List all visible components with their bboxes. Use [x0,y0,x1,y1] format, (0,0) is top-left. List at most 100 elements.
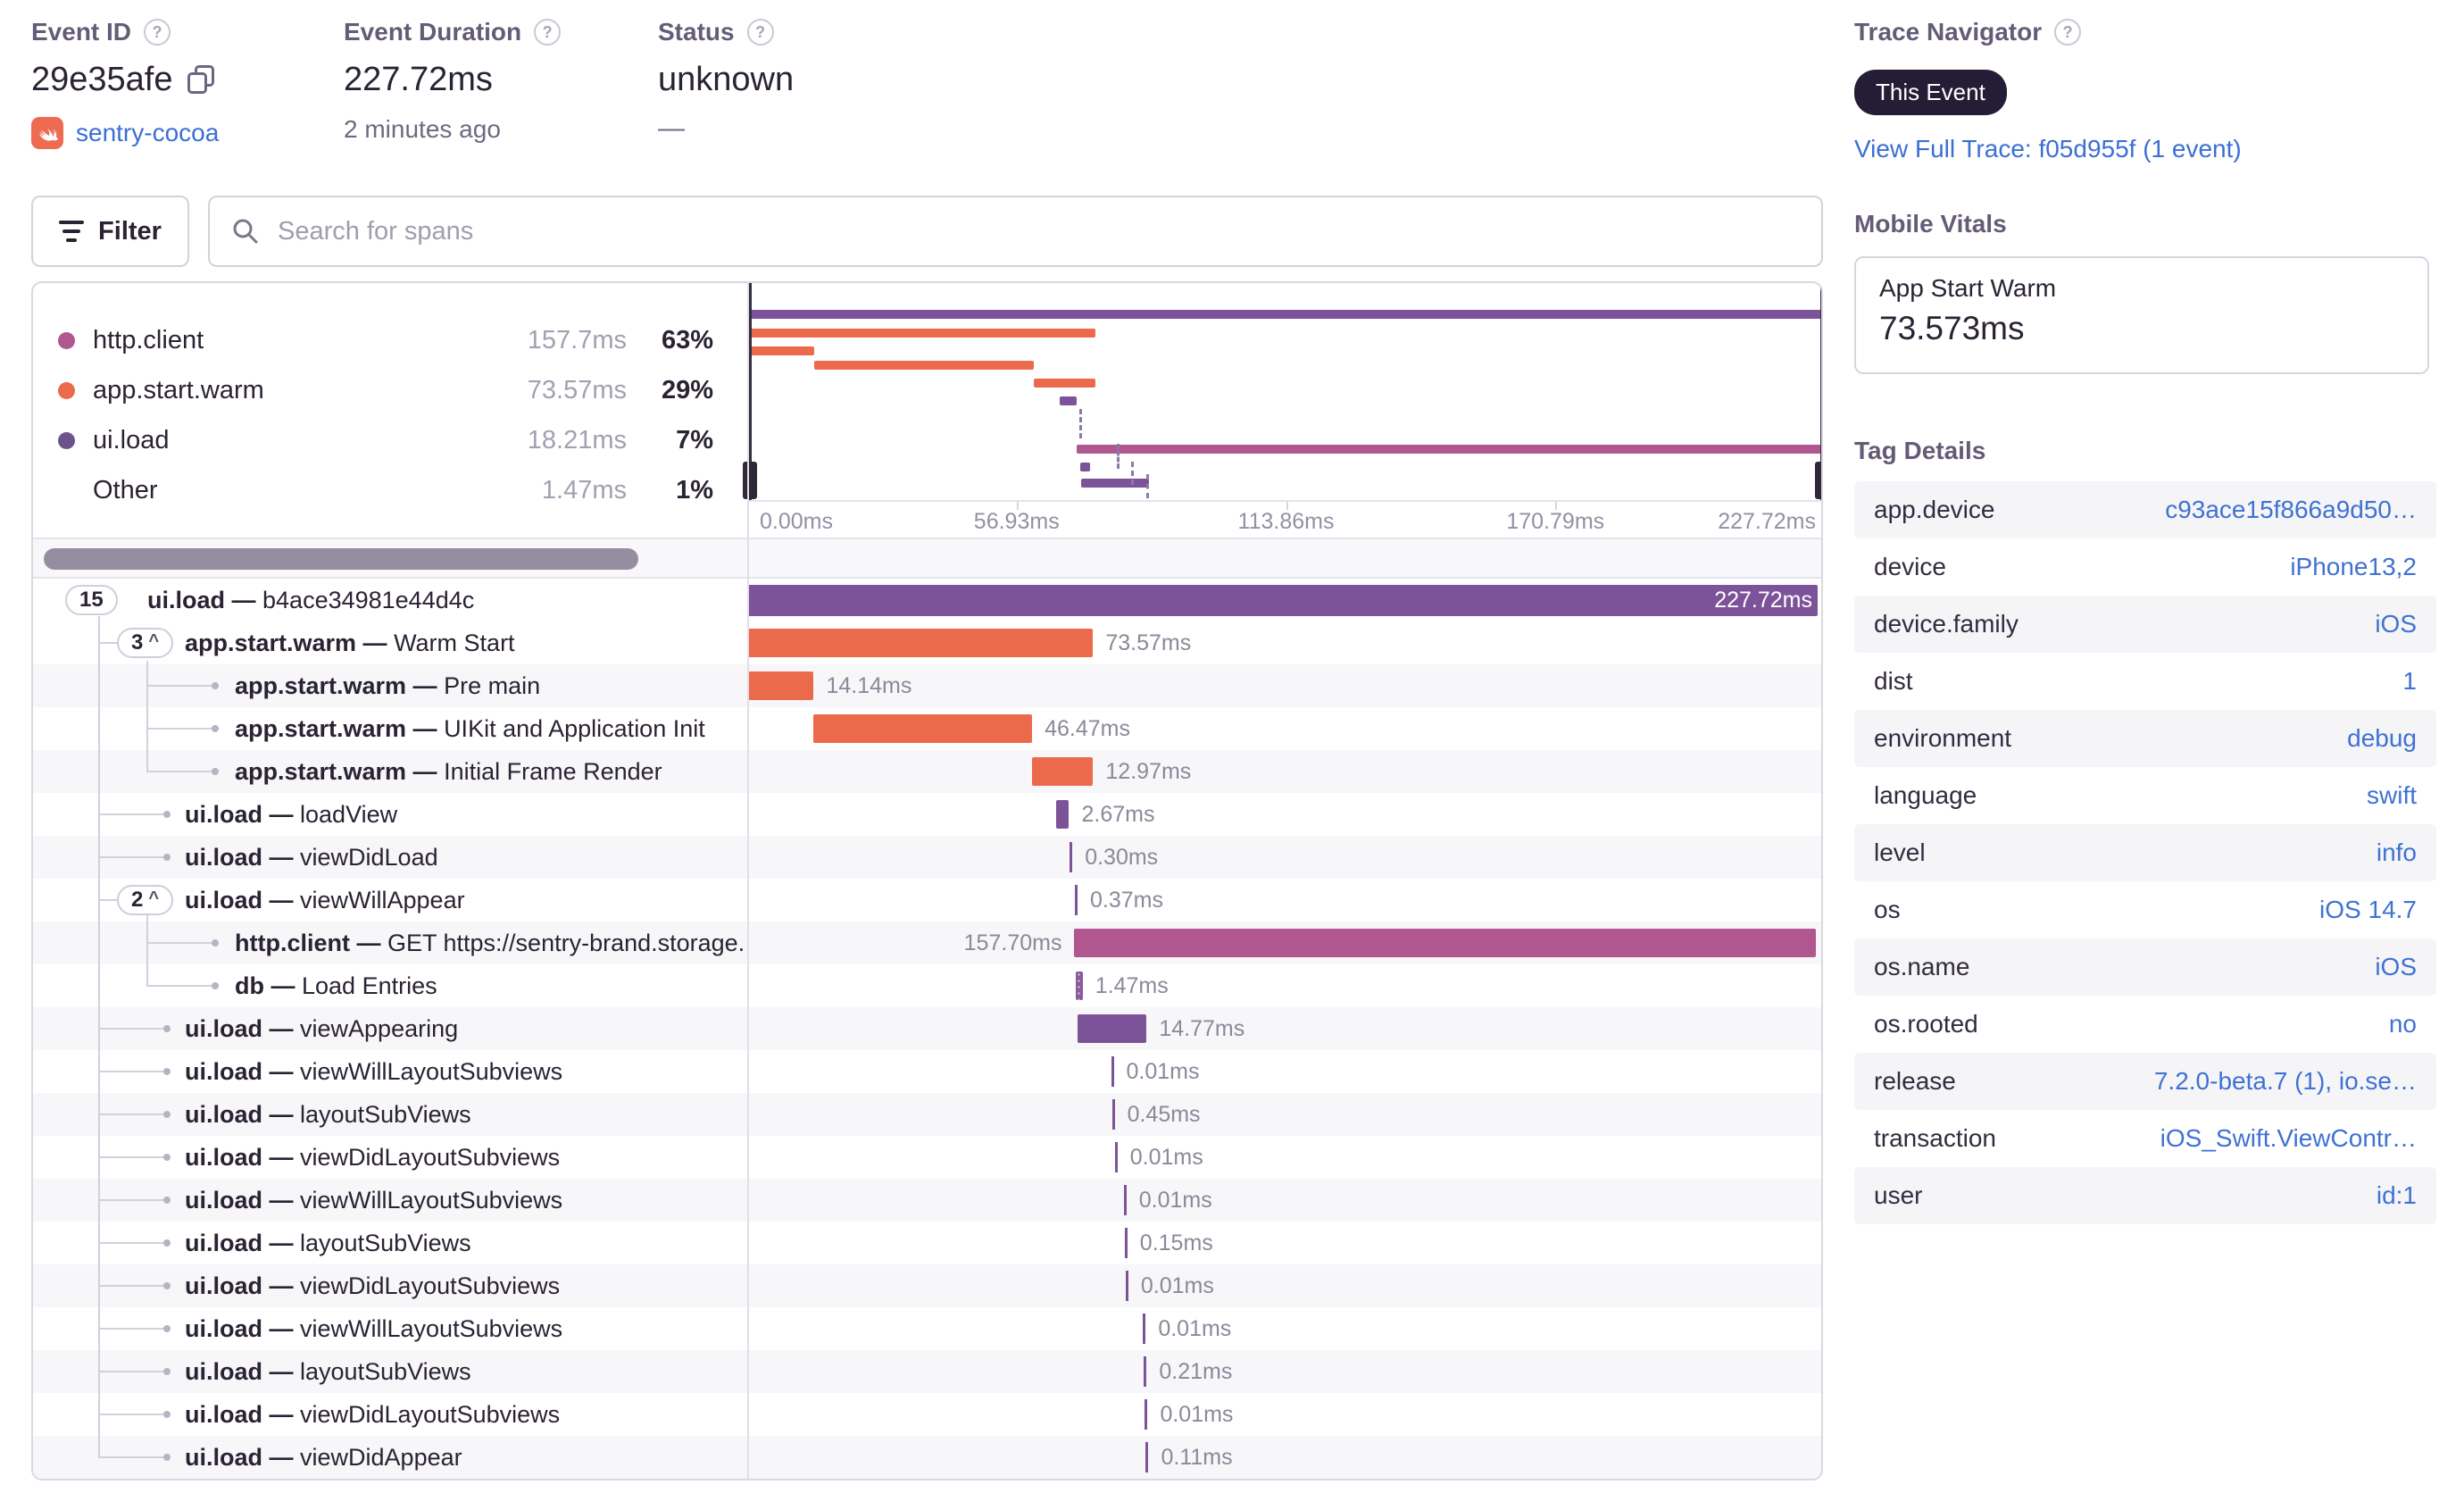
panel-divider[interactable] [747,283,749,1479]
tag-value-link[interactable]: iOS_Swift.ViewContr… [2160,1124,2417,1153]
tag-value-link[interactable]: swift [2367,781,2417,810]
span-row[interactable]: ui.load — viewDidLoad 0.30ms [33,836,1821,879]
span-bar-tick[interactable] [1144,1356,1147,1387]
span-duration-label: 0.01ms [1138,1188,1212,1213]
span-bar[interactable] [747,585,1818,616]
span-row-label-cell: ui.load — layoutSubViews [33,1093,745,1136]
tag-row: os.name iOS [1854,938,2436,996]
span-bar[interactable] [747,629,1094,657]
tag-value-link[interactable]: debug [2347,724,2417,753]
span-desc-text: viewWillLayoutSubviews [300,1315,563,1342]
span-count-badge[interactable]: 3 ^ [117,628,174,658]
minimap-span-bar [1060,396,1078,405]
span-row[interactable]: app.start.warm — UIKit and Application I… [33,707,1821,750]
span-bar[interactable] [813,714,1033,743]
span-row[interactable]: ui.load — viewAppearing 14.77ms [33,1007,1821,1050]
tag-value-link[interactable]: iPhone13,2 [2290,553,2417,581]
tag-value-link[interactable]: iOS 14.7 [2319,896,2417,924]
tag-value-link[interactable]: 1 [2402,667,2417,696]
span-desc-text: Load Entries [302,972,437,999]
span-row[interactable]: ui.load — layoutSubViews 0.15ms [33,1222,1821,1264]
help-icon[interactable]: ? [144,19,171,46]
help-icon[interactable]: ? [2054,19,2082,46]
tree-connector-dot [212,982,219,989]
span-bar[interactable] [1076,972,1083,1000]
span-row[interactable]: ui.load — viewWillLayoutSubviews 0.01ms [33,1179,1821,1222]
span-desc-text: Initial Frame Render [444,758,662,785]
span-row[interactable]: ui.load — viewDidAppear 0.11ms [33,1436,1821,1479]
span-row[interactable]: 2 ^ ui.load — viewWillAppear 0.37ms [33,879,1821,922]
span-row-label-cell: http.client — GET https://sentry-brand.s… [33,922,745,964]
span-count-badge[interactable]: 2 ^ [117,885,174,915]
span-count-badge[interactable]: 15 [65,585,118,615]
tag-value-link[interactable]: 7.2.0-beta.7 (1), io.se… [2154,1067,2417,1096]
span-bar[interactable] [1077,1014,1147,1043]
legend-item[interactable]: app.start.warm 73.57ms 29% [33,371,747,410]
span-bar[interactable] [747,671,814,700]
minimap-right-grip[interactable] [1815,462,1821,499]
span-bar-tick[interactable] [1123,1185,1127,1215]
span-bar-tick[interactable] [1070,842,1073,872]
filter-button[interactable]: Filter [31,196,189,267]
span-bar-tick[interactable] [1145,1442,1149,1472]
copy-icon[interactable] [187,64,214,96]
span-description: ui.load — viewWillLayoutSubviews [185,1179,562,1222]
scrollbar-thumb[interactable] [44,548,638,570]
span-description: ui.load — viewDidLayoutSubviews [185,1136,560,1179]
span-bar-tick[interactable] [1143,1314,1146,1344]
span-bar-tick[interactable] [1111,1099,1115,1130]
span-row[interactable]: app.start.warm — Pre main 14.14ms [33,664,1821,707]
tag-value-link[interactable]: iOS [2375,610,2417,638]
span-row[interactable]: ui.load — viewDidLayoutSubviews 0.01ms [33,1393,1821,1436]
span-row-label-cell: 15 ui.load — b4ace34981e44d4c [33,579,745,621]
tag-key: dist [1874,667,1913,695]
event-id-block: Event ID ? 29e35afe sentry-cocoa [31,18,219,149]
span-bar-tick[interactable] [1074,885,1078,915]
search-input[interactable] [276,215,1800,247]
span-desc-text: GET https://sentry-brand.storage.googlea [387,930,745,956]
legend-item[interactable]: http.client 157.7ms 63% [33,321,747,360]
span-search[interactable] [208,196,1823,267]
span-row[interactable]: ui.load — viewWillLayoutSubviews 0.01ms [33,1050,1821,1093]
tree-connector [98,1156,169,1158]
span-bar[interactable] [1056,800,1070,829]
tag-value-link[interactable]: id:1 [2377,1181,2417,1210]
mobile-vitals-card[interactable]: App Start Warm 73.573ms [1854,256,2429,374]
tag-value-link[interactable]: info [2377,838,2417,867]
span-row[interactable]: 3 ^ app.start.warm — Warm Start 73.57ms [33,621,1821,664]
span-bar[interactable] [1032,757,1094,786]
span-bar[interactable] [1074,929,1816,957]
help-icon[interactable]: ? [746,19,774,46]
tag-key: environment [1874,724,2012,752]
span-row[interactable]: ui.load — viewDidLayoutSubviews 0.01ms [33,1264,1821,1307]
span-bar-tick[interactable] [1125,1271,1128,1301]
minimap-left-grip[interactable] [743,462,757,499]
project-link[interactable]: sentry-cocoa [76,119,219,147]
legend-item[interactable]: ui.load 18.21ms 7% [33,421,747,460]
span-row[interactable]: ui.load — layoutSubViews 0.21ms [33,1350,1821,1393]
span-row[interactable]: ui.load — loadView 2.67ms [33,793,1821,836]
view-full-trace-link[interactable]: View Full Trace: f05d955f (1 event) [1854,135,2436,163]
span-bar-tick[interactable] [1145,1399,1148,1430]
tag-value-link[interactable]: no [2389,1010,2417,1038]
span-row[interactable]: db — Load Entries 1.47ms [33,964,1821,1007]
minimap-span-bar [813,361,1035,370]
span-row[interactable]: ui.load — viewDidLayoutSubviews 0.01ms [33,1136,1821,1179]
span-row[interactable]: http.client — GET https://sentry-brand.s… [33,922,1821,964]
event-id-label-text: Event ID [31,18,132,46]
span-desc-text: Pre main [444,672,541,699]
span-row[interactable]: ui.load — layoutSubViews 0.45ms [33,1093,1821,1136]
span-row[interactable]: app.start.warm — Initial Frame Render 12.… [33,750,1821,793]
tag-value-link[interactable]: c93ace15f866a9d50… [2165,496,2417,524]
span-bar-tick[interactable] [1124,1228,1128,1258]
span-row[interactable]: 15 ui.load — b4ace34981e44d4c 227.72ms [33,579,1821,621]
tag-value-link[interactable]: iOS [2375,953,2417,981]
legend-item[interactable]: Other 1.47ms 1% [33,471,747,510]
span-bar-tick[interactable] [1111,1056,1114,1087]
tree-connector [146,771,217,772]
span-bar-tick[interactable] [1114,1142,1118,1172]
trace-minimap[interactable] [743,283,1821,500]
help-icon[interactable]: ? [534,19,562,46]
span-row[interactable]: ui.load — viewWillLayoutSubviews 0.01ms [33,1307,1821,1350]
tree-connector [98,1071,169,1072]
